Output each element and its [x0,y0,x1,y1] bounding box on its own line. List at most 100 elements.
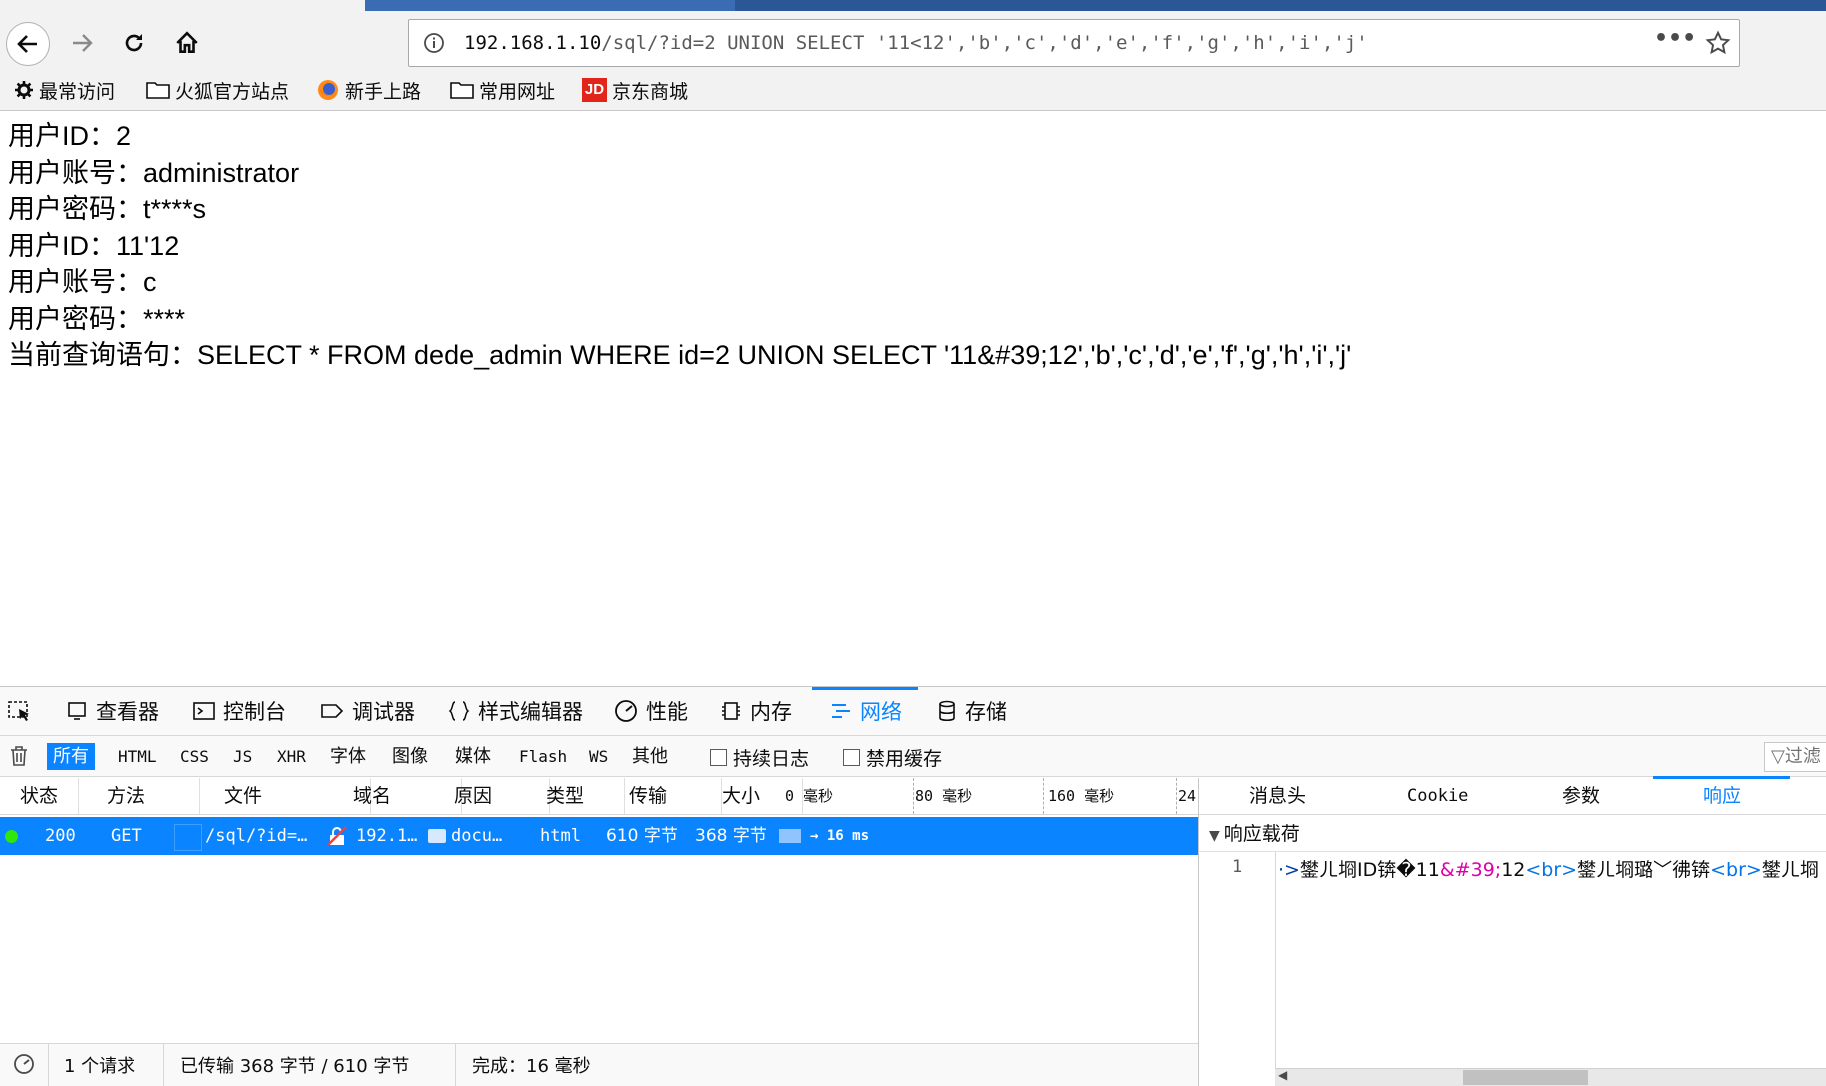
bookmark-getting-started[interactable]: 新手上路 [316,76,421,104]
filter-media-button[interactable]: 媒体 [449,743,497,770]
tab-params[interactable]: 参数 [1562,778,1600,814]
firefox-icon [318,80,338,100]
home-icon [176,31,198,53]
filter-ws-button[interactable]: WS [583,743,614,770]
editor-gutter [1199,852,1276,1086]
bookmark-common-sites[interactable]: 常用网址 [450,76,555,104]
request-transferred: 610 字节 [606,826,678,846]
filter-xhr-button[interactable]: XHR [271,743,312,770]
code-text: 12 [1501,859,1526,881]
bookmark-jd[interactable]: JD 京东商城 [582,76,688,104]
info-icon[interactable] [423,32,445,54]
tab-headers[interactable]: 消息头 [1249,778,1306,814]
gear-icon [15,81,33,99]
filter-icon: ▽ [1771,746,1785,767]
filter-urls-input[interactable]: ▽过滤 [1764,742,1826,772]
code-tag: <br> [1525,859,1578,881]
payload-title: 响应载荷 [1223,823,1300,845]
filter-other-button[interactable]: 其他 [626,743,674,770]
tab-console[interactable]: 控制台 [193,687,286,735]
tab-style-editor[interactable]: 样式编辑器 [448,687,583,735]
filter-html-button[interactable]: HTML [112,743,163,770]
bookmark-firefox-site[interactable]: 火狐官方站点 [146,76,289,104]
tab-label: 样式编辑器 [478,700,583,724]
home-button[interactable] [166,22,208,64]
bookmark-most-visited[interactable]: 最常访问 [14,76,115,104]
filter-fonts-button[interactable]: 字体 [324,743,372,770]
table-row[interactable]: 200 GET /sql/?id=… 192.1… docu… html 610… [0,817,1198,855]
collapse-arrow-icon[interactable]: ▼ [1209,819,1220,853]
request-file: /sql/?id=… [205,826,308,846]
performance-analysis-icon[interactable] [12,1052,36,1076]
code-text: 鐢ㄦ埛 [1761,859,1819,881]
back-button[interactable] [6,22,50,66]
checkbox-box[interactable] [843,748,860,766]
bookmark-label: 最常访问 [39,80,116,103]
url-bar[interactable]: 192.168.1.10/sql/?id=2 UNION SELECT '11<… [408,19,1740,67]
filter-js-button[interactable]: JS [227,743,258,770]
filter-flash-button[interactable]: Flash [513,743,573,770]
timing-bar [779,829,801,843]
response-payload-header[interactable]: ▼ 响应载荷 [1199,817,1826,852]
bookmark-label: 京东商城 [612,80,689,103]
filter-all-button[interactable]: 所有 [47,743,95,770]
file-thumbnail-icon [174,824,202,851]
tab-network[interactable]: 网络 [830,687,902,735]
forward-button[interactable] [61,22,103,64]
finish-time: 完成：16 毫秒 [472,1056,591,1077]
debugger-icon [321,704,344,718]
bookmark-label: 常用网址 [479,80,556,103]
code-prefix: ·> [1278,859,1300,881]
disable-cache-checkbox[interactable]: 禁用缓存 [843,745,942,770]
tab-inspector[interactable]: 查看器 [66,687,159,735]
title-strip-highlight [365,0,735,11]
element-picker-icon[interactable] [8,701,32,723]
reload-icon [125,34,143,52]
filter-placeholder: 过滤 [1784,746,1821,767]
page-content: 用户ID：2 用户账号：administrator 用户密码：t****s 用户… [8,118,1351,374]
star-bookmark-icon[interactable] [1705,30,1731,56]
timeline-tick: 160 毫秒 [1039,778,1177,814]
tab-response[interactable]: 响应 [1703,778,1741,814]
column-status[interactable]: 状态 [0,778,79,814]
filter-css-button[interactable]: CSS [174,743,215,770]
scrollbar-thumb[interactable] [1463,1070,1588,1085]
request-domain: 192.1… [356,826,418,846]
user-account-line: 用户账号：c [8,267,157,297]
js-cause-icon [428,829,446,843]
tab-storage[interactable]: 存储 [937,687,1007,735]
persist-logs-checkbox[interactable]: 持续日志 [710,745,809,770]
database-icon [939,700,955,722]
code-tag: <br> [1710,859,1762,881]
insecure-connection-icon [327,826,347,846]
folder-icon [146,82,170,99]
tab-cookies[interactable]: Cookie [1407,778,1468,814]
line-number: 1 [1232,857,1243,877]
active-tab-indicator [812,687,918,690]
request-type: html [540,826,581,846]
bookmark-label: 火狐官方站点 [175,80,290,103]
console-icon [193,702,215,720]
tab-memory[interactable]: 内存 [720,687,792,735]
page-actions-menu[interactable]: ••• [1654,26,1696,51]
gauge-icon [615,700,637,722]
url-text[interactable]: 192.168.1.10/sql/?id=2 UNION SELECT '11<… [464,20,1368,66]
devtools-panel: 查看器 控制台 调试器 样式编辑器 性能 内存 网络 存储 所有 HTML CS… [0,686,1826,1086]
divider [163,1044,164,1086]
reload-button[interactable] [113,22,155,64]
user-id-line: 用户ID：2 [8,121,132,151]
tab-debugger[interactable]: 调试器 [320,687,415,735]
divider [48,1044,49,1086]
tab-label: 调试器 [352,700,415,724]
checkbox-box[interactable] [710,748,727,766]
devtools-toolbar: 查看器 控制台 调试器 样式编辑器 性能 内存 网络 存储 [0,687,1826,736]
scroll-left-icon[interactable]: ◀ [1278,1068,1287,1082]
filter-images-button[interactable]: 图像 [386,743,434,770]
folder-icon [450,82,474,99]
braces-icon [448,701,470,721]
tab-performance[interactable]: 性能 [614,687,688,735]
trash-icon[interactable] [9,745,29,767]
tab-label: 网络 [860,700,902,724]
tab-label: 控制台 [223,700,286,724]
tab-label: 查看器 [96,700,159,724]
